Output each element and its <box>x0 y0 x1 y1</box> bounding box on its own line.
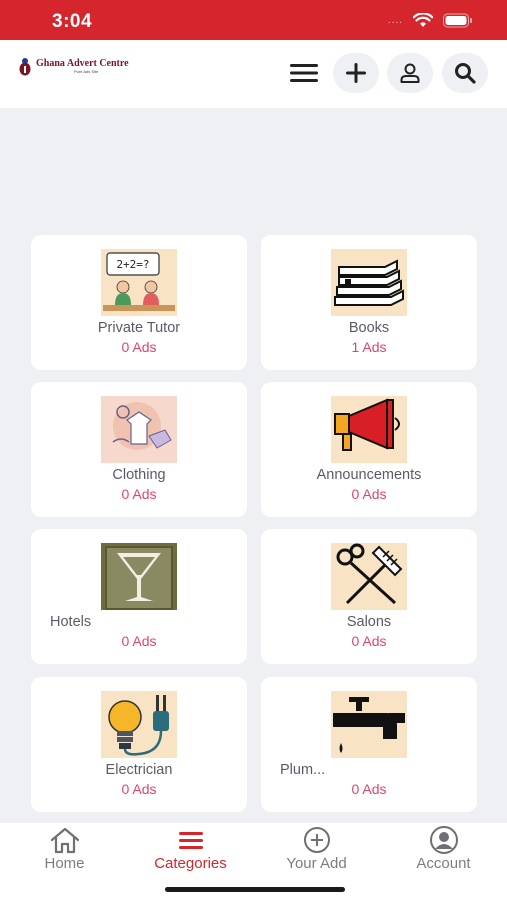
search-icon <box>455 63 476 84</box>
nav-label: Your Add <box>286 855 347 872</box>
status-bar: 3:04 .... <box>0 0 507 40</box>
announcements-image <box>331 396 407 463</box>
logo-mark-icon <box>19 58 31 76</box>
category-name: Announcements <box>316 467 422 483</box>
nav-home[interactable]: Home <box>1 825 128 877</box>
nav-account[interactable]: Account <box>380 825 507 877</box>
category-ad-count: 0 Ads <box>351 486 387 502</box>
nav-categories[interactable]: Categories <box>127 825 254 877</box>
category-name: Books <box>348 320 390 336</box>
search-button[interactable] <box>442 53 488 93</box>
user-icon <box>400 63 420 83</box>
category-name: Private Tutor <box>97 320 181 336</box>
post-ad-button[interactable] <box>333 53 379 93</box>
category-ad-count: 0 Ads <box>121 633 157 649</box>
category-card-hotels[interactable]: Hotels 0 Ads <box>31 529 247 664</box>
bottom-nav: Home Categories Your Add Account <box>0 823 507 900</box>
category-card-private-tutor[interactable]: 2+2=? Private Tutor 0 Ads <box>31 235 247 370</box>
clothing-image <box>101 396 177 463</box>
category-card-books[interactable]: Books 1 Ads <box>261 235 477 370</box>
status-time: 3:04 <box>52 11 93 32</box>
category-card-plumbing[interactable]: Plum... 0 Ads <box>261 677 477 812</box>
menu-icon <box>290 64 318 82</box>
category-card-salons[interactable]: Salons 0 Ads <box>261 529 477 664</box>
category-ad-count: 0 Ads <box>351 633 387 649</box>
electrician-image <box>101 691 177 758</box>
profile-button[interactable] <box>387 53 433 93</box>
add-circle-icon <box>300 825 334 855</box>
private-tutor-image: 2+2=? <box>101 249 177 316</box>
status-icons: .... <box>388 13 473 28</box>
nav-your-add[interactable]: Your Add <box>253 825 380 877</box>
nav-label: Account <box>416 855 471 872</box>
app-header: Ghana Advert Centre Pure Ads Site <box>0 40 507 108</box>
category-name: Plum... <box>280 762 326 778</box>
category-card-electrician[interactable]: Electrician 0 Ads <box>31 677 247 812</box>
battery-icon <box>443 13 473 28</box>
menu-button[interactable] <box>281 53 327 93</box>
nav-label: Home <box>44 855 85 872</box>
categories-grid: 2+2=? Private Tutor 0 Ads Books 1 Ads Cl… <box>0 108 507 823</box>
app-logo[interactable]: Ghana Advert Centre Pure Ads Site <box>18 55 129 77</box>
category-name: Hotels <box>50 614 92 630</box>
svg-text:2+2=?: 2+2=? <box>116 258 149 271</box>
category-ad-count: 1 Ads <box>351 339 387 355</box>
category-ad-count: 0 Ads <box>351 781 387 797</box>
hotels-image <box>101 543 177 610</box>
categories-icon <box>174 825 208 855</box>
account-icon <box>427 825 461 855</box>
category-ad-count: 0 Ads <box>121 339 157 355</box>
plumbing-image <box>331 691 407 758</box>
logo-title: Ghana Advert Centre <box>36 58 129 69</box>
category-name: Salons <box>346 614 392 630</box>
books-image <box>331 249 407 316</box>
category-ad-count: 0 Ads <box>121 781 157 797</box>
category-name: Electrician <box>105 762 173 778</box>
category-name: Clothing <box>112 467 166 483</box>
home-indicator <box>165 887 345 892</box>
home-icon <box>48 825 82 855</box>
category-card-clothing[interactable]: Clothing 0 Ads <box>31 382 247 517</box>
category-ad-count: 0 Ads <box>121 486 157 502</box>
signal-icon: .... <box>387 15 403 26</box>
category-card-announcements[interactable]: Announcements 0 Ads <box>261 382 477 517</box>
nav-label: Categories <box>154 855 227 872</box>
logo-tagline: Pure Ads Site <box>74 69 99 74</box>
salons-image <box>331 543 407 610</box>
plus-icon <box>346 63 366 83</box>
wifi-icon <box>413 13 433 28</box>
